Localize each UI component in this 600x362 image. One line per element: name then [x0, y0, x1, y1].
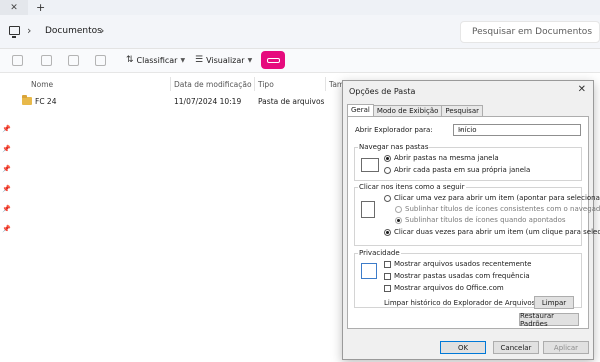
radio-own-window[interactable] [384, 167, 391, 174]
pin-icon[interactable]: 📌 [2, 205, 11, 213]
ticket-icon [266, 57, 280, 63]
clear-history-label: Limpar histórico do Explorador de Arquiv… [384, 299, 536, 307]
apply-button[interactable]: Aplicar [543, 341, 589, 354]
checkbox-recent-files[interactable] [384, 261, 391, 268]
tab-geral[interactable]: Geral [347, 104, 374, 116]
radio-own-window-label: Abrir cada pasta em sua própria janela [394, 166, 531, 174]
view-label: Visualizar [206, 55, 245, 65]
file-modified: 11/07/2024 10:19 [174, 97, 242, 106]
open-explorer-label: Abrir Explorador para: [355, 126, 433, 134]
search-input[interactable]: Pesquisar em Documentos [460, 21, 600, 43]
checkbox-office-files[interactable] [384, 285, 391, 292]
share-icon[interactable] [68, 55, 79, 66]
restore-defaults-button[interactable]: Restaurar Padrões [519, 312, 579, 328]
open-explorer-select[interactable]: Início ⌄ [453, 124, 581, 136]
radio-underline-consistent-label: Sublinhar títulos de ícones consistentes… [405, 205, 600, 213]
column-divider[interactable] [254, 77, 255, 91]
folder-options-dialog: Opções de Pasta ✕ Geral Modo de Exibição… [342, 80, 600, 360]
view-button[interactable]: ☰ Visualizar ▼ [195, 55, 252, 65]
radio-double-click[interactable] [384, 229, 391, 236]
view-icon: ☰ [195, 55, 204, 65]
browse-folders-group: Navegar nas pastas Abrir pastas na mesma… [354, 143, 582, 181]
radio-underline-consistent[interactable] [395, 206, 402, 213]
file-name: FC 24 [35, 97, 57, 106]
general-panel: Abrir Explorador para: Início ⌄ Navegar … [347, 116, 600, 329]
ok-button[interactable]: OK [440, 341, 486, 354]
column-divider[interactable] [325, 77, 326, 91]
clear-history-button[interactable]: Limpar [534, 296, 574, 309]
search-placeholder: Pesquisar em Documentos [472, 27, 593, 37]
chevron-down-icon: ⌄ [458, 125, 464, 133]
tab-pesquisar[interactable]: Pesquisar [441, 105, 483, 116]
dialog-title: Opções de Pasta [349, 87, 416, 96]
copy-icon[interactable] [41, 55, 52, 66]
chevron-down-icon: ▼ [247, 56, 253, 64]
pin-icon[interactable]: 📌 [2, 225, 11, 233]
cut-icon[interactable] [12, 55, 23, 66]
pin-icon[interactable]: 📌 [2, 125, 11, 133]
click-items-group: Clicar nos itens como a seguir Clicar um… [354, 183, 600, 246]
radio-same-window[interactable] [384, 155, 391, 162]
radio-single-click-label: Clicar uma vez para abrir um item (apont… [394, 194, 600, 202]
sort-button[interactable]: ⇅ Classificar ▼ [126, 55, 185, 65]
chevron-down-icon: ▼ [180, 56, 186, 64]
radio-underline-point[interactable] [395, 217, 402, 224]
radio-same-window-label: Abrir pastas na mesma janela [394, 154, 499, 162]
pin-icon[interactable]: 📌 [2, 185, 11, 193]
checkbox-frequent-folders-label: Mostrar pastas usadas com frequência [394, 272, 530, 280]
tab-strip: ✕ + [0, 0, 600, 15]
chevron-right-icon[interactable]: › [27, 24, 31, 37]
radio-double-click-label: Clicar duas vezes para abrir um item (um… [394, 228, 600, 236]
privacy-group: Privacidade Mostrar arquivos usados rece… [354, 249, 582, 309]
chevron-right-icon[interactable]: › [100, 24, 104, 37]
folder-icon [22, 95, 32, 105]
group-title: Clicar nos itens como a seguir [358, 183, 466, 191]
radio-underline-point-label: Sublinhar títulos de ícones quando apont… [405, 216, 566, 224]
sort-label: Classificar [136, 55, 178, 65]
delete-icon[interactable] [95, 55, 106, 66]
pointer-preview-icon [361, 201, 375, 218]
close-icon[interactable]: ✕ [578, 84, 586, 95]
tab-modo-exibicao[interactable]: Modo de Exibição [372, 105, 443, 116]
address-bar: › Documentos › Pesquisar em Documentos [0, 15, 600, 49]
column-header-modified[interactable]: Data de modificação [174, 80, 252, 89]
column-header-name[interactable]: Nome [31, 80, 53, 89]
checkbox-frequent-folders[interactable] [384, 273, 391, 280]
group-title: Privacidade [358, 249, 401, 257]
cancel-button[interactable]: Cancelar [493, 341, 539, 354]
file-type: Pasta de arquivos [258, 97, 325, 106]
radio-single-click[interactable] [384, 195, 391, 202]
group-title: Navegar nas pastas [358, 143, 430, 151]
column-header-type[interactable]: Tipo [258, 80, 274, 89]
column-divider[interactable] [170, 77, 171, 91]
checkbox-recent-files-label: Mostrar arquivos usados recentemente [394, 260, 532, 268]
command-bar: ⇅ Classificar ▼ ☰ Visualizar ▼ [0, 49, 600, 73]
sort-icon: ⇅ [126, 55, 134, 65]
window-preview-icon [361, 158, 379, 172]
pin-icon[interactable]: 📌 [2, 145, 11, 153]
close-icon: ✕ [10, 2, 18, 13]
close-tab-button[interactable]: ✕ [0, 0, 28, 15]
breadcrumb-documentos[interactable]: Documentos [45, 26, 102, 36]
computer-icon[interactable] [9, 26, 20, 38]
nav-pane: 📌 📌 📌 📌 📌 📌 [0, 73, 12, 362]
privacy-icon [361, 263, 377, 279]
checkbox-office-files-label: Mostrar arquivos do Office.com [394, 284, 504, 292]
new-tab-button[interactable]: + [36, 1, 45, 14]
pin-icon[interactable]: 📌 [2, 165, 11, 173]
app-shortcut-button[interactable] [261, 51, 285, 69]
